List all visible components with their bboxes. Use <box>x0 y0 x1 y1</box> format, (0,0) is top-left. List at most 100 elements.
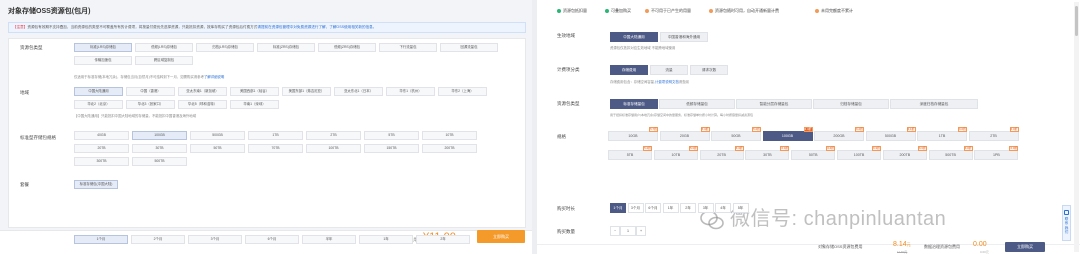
buy-now-button[interactable]: 立即购买 <box>477 230 525 243</box>
r-size-option[interactable]: 50GB <box>711 131 761 141</box>
duration-option[interactable]: 3个月 <box>188 235 242 244</box>
discount-badge: 5.7折 <box>649 127 658 132</box>
size-option[interactable]: 300TB <box>74 157 129 166</box>
resource-type-option[interactable]: 低频(ZRS)存储包 <box>318 43 376 52</box>
size-option[interactable]: 10TB <box>422 131 477 140</box>
region-option[interactable]: 华南1（深圳） <box>230 100 279 109</box>
r-size-option[interactable]: 1TB <box>917 131 967 141</box>
size-option[interactable]: 150TB <box>364 144 419 153</box>
package-label: 套餐 <box>20 182 29 187</box>
r-size-option[interactable]: 100GB <box>762 131 813 141</box>
r-type-option[interactable]: 低频存储量包 <box>659 99 735 109</box>
size-option[interactable]: 500TB <box>132 157 187 166</box>
size-option[interactable]: 40GB <box>74 131 129 140</box>
duration-option[interactable]: 2个月 <box>131 235 185 244</box>
scrollbar-thumb[interactable] <box>1075 6 1078 36</box>
size-option[interactable]: 100TB <box>306 144 361 153</box>
size-option[interactable]: 70TB <box>248 144 303 153</box>
size-option[interactable]: 500GB <box>190 131 245 140</box>
r-buy-now-button[interactable]: 立即购买 <box>1005 242 1045 252</box>
r-duration-option[interactable]: 1年 <box>662 203 679 213</box>
discount-badge: 6.0折 <box>1009 146 1019 151</box>
size-option[interactable]: 50TB <box>190 144 245 153</box>
size-option[interactable]: 20TB <box>74 144 129 153</box>
r-size-option[interactable]: 10GB <box>608 131 658 141</box>
r-size-option[interactable]: 1PB <box>974 150 1019 160</box>
resource-type-option[interactable]: 传输加速包 <box>74 56 132 65</box>
r-billing-option[interactable]: 请求次数 <box>690 65 728 75</box>
discount-badge: 5.4折 <box>700 127 710 132</box>
resource-type-note: 仅适用于标准存储(本地冗余)，存储包当月(自然月)不可结转到下一月，如需购买请参… <box>74 75 225 79</box>
r-billing-option[interactable]: 流量 <box>650 65 688 75</box>
r-type-note: 用于抵扣标准存储用户(本地冗余)存储空间中的量服务，标准存储单价按小时计算。每小… <box>610 113 753 117</box>
region-option[interactable]: 亚太东南1（新加坡） <box>178 87 227 96</box>
r-type-option[interactable]: 深度归档存储量包 <box>890 99 978 109</box>
r-size-option[interactable]: 100TB <box>837 150 881 160</box>
size-option[interactable]: 200TB <box>422 144 477 153</box>
r-duration-option[interactable]: 1个月 <box>610 203 626 213</box>
region-option[interactable]: 华北5（呼和浩特） <box>178 100 227 109</box>
region-option[interactable]: 中国大陆通用 <box>74 87 123 96</box>
r-size-option[interactable]: 30TB <box>745 150 790 160</box>
r-type-option[interactable]: 智能分层存储量包 <box>736 99 812 109</box>
resource-type-option[interactable]: 下行流量包 <box>379 43 437 52</box>
r-type-option[interactable]: 归档存储量包 <box>813 99 889 109</box>
size-option[interactable]: 100GB <box>132 131 187 140</box>
package-value[interactable]: 标准存储包(中国大陆) <box>74 180 118 189</box>
region-option[interactable]: 美国西部1（硅谷） <box>230 87 279 96</box>
resource-type-option[interactable]: 标准(LRS)存储包 <box>74 43 132 52</box>
resource-type-note-link[interactable]: 了解详细说明 <box>204 75 224 79</box>
r-size-option[interactable]: 200TB <box>882 150 927 160</box>
r-size-option[interactable]: 20GB <box>659 131 710 141</box>
r-size-option[interactable]: 50TB <box>791 150 836 160</box>
size-option[interactable]: 5TB <box>364 131 419 140</box>
r-size-option[interactable]: 20TB <box>699 150 744 160</box>
quantity-plus-button[interactable]: + <box>636 226 646 236</box>
r-size-option[interactable]: 2TB <box>968 131 1019 141</box>
resource-type-option[interactable]: 跨区域复制包 <box>135 56 193 65</box>
resource-type-option[interactable]: 标准(ZRS)存储包 <box>257 43 315 52</box>
r-duration-option[interactable]: 6个月 <box>645 203 661 213</box>
r-region-option[interactable]: 中国大陆通用 <box>610 32 658 42</box>
duration-option[interactable]: 1年 <box>359 235 413 244</box>
r-size-option[interactable]: 500GB <box>865 131 916 141</box>
size-option[interactable]: 1TB <box>248 131 303 140</box>
region-option[interactable]: 中国（香港） <box>126 87 175 96</box>
r-size-option[interactable]: 5TB <box>608 150 652 160</box>
resource-type-option[interactable]: 归档(LRS)存储包 <box>196 43 254 52</box>
region-option[interactable]: 美国东部1（弗吉尼亚） <box>282 87 331 96</box>
region-option[interactable]: 华东1（杭州） <box>386 87 435 96</box>
r-duration-option[interactable]: 5年 <box>732 203 749 213</box>
contact-us-tab[interactable]: 联系我们 <box>1062 205 1071 241</box>
region-option[interactable]: 亚太东北1（日本） <box>334 87 383 96</box>
r-type-option[interactable]: 标准存储量包 <box>610 99 658 109</box>
region-option[interactable]: 华东2（上海） <box>438 87 487 96</box>
size-option[interactable]: 30TB <box>132 144 187 153</box>
resource-type-option[interactable]: 低频(LRS)存储包 <box>135 43 193 52</box>
r-size-option[interactable]: 10TB <box>653 150 698 160</box>
duration-option[interactable]: 半年 <box>302 235 356 244</box>
r-billing-link[interactable]: 计费项说明文档 <box>655 80 679 84</box>
notice-link[interactable]: 请提前在资源包管理中对免费资源进行了解，了解OSS使用相关新的信息。 <box>257 25 376 29</box>
r-size-option[interactable]: 200GB <box>814 131 864 141</box>
r-duration-option[interactable]: 4年 <box>715 203 731 213</box>
r-region-label: 生效地域 <box>557 33 575 38</box>
r-region-option[interactable]: 中国香港和海外通用 <box>660 32 708 42</box>
r-duration-option[interactable]: 3个月 <box>627 203 644 213</box>
duration-option[interactable]: 6个月 <box>245 235 299 244</box>
r-size-option[interactable]: 500TB <box>928 150 973 160</box>
r-duration-option[interactable]: 3年 <box>697 203 714 213</box>
r-type-label: 资源包类型 <box>557 101 580 106</box>
quantity-input[interactable]: 1 <box>620 226 636 236</box>
region-option[interactable]: 华北2（北京） <box>74 100 123 109</box>
size-option[interactable]: 2TB <box>306 131 361 140</box>
check-icon <box>709 8 713 13</box>
duration-option[interactable]: 2年 <box>416 235 470 244</box>
region-option[interactable]: 华北3（张家口） <box>126 100 175 109</box>
quantity-minus-button[interactable]: − <box>610 226 620 236</box>
r-duration-option[interactable]: 2年 <box>680 203 696 213</box>
resource-type-option[interactable]: 回源流量包 <box>440 43 498 52</box>
duration-option[interactable]: 1个月 <box>74 235 128 244</box>
r-billing-option[interactable]: 存储费用 <box>610 65 648 75</box>
scrollbar[interactable] <box>1074 2 1079 252</box>
